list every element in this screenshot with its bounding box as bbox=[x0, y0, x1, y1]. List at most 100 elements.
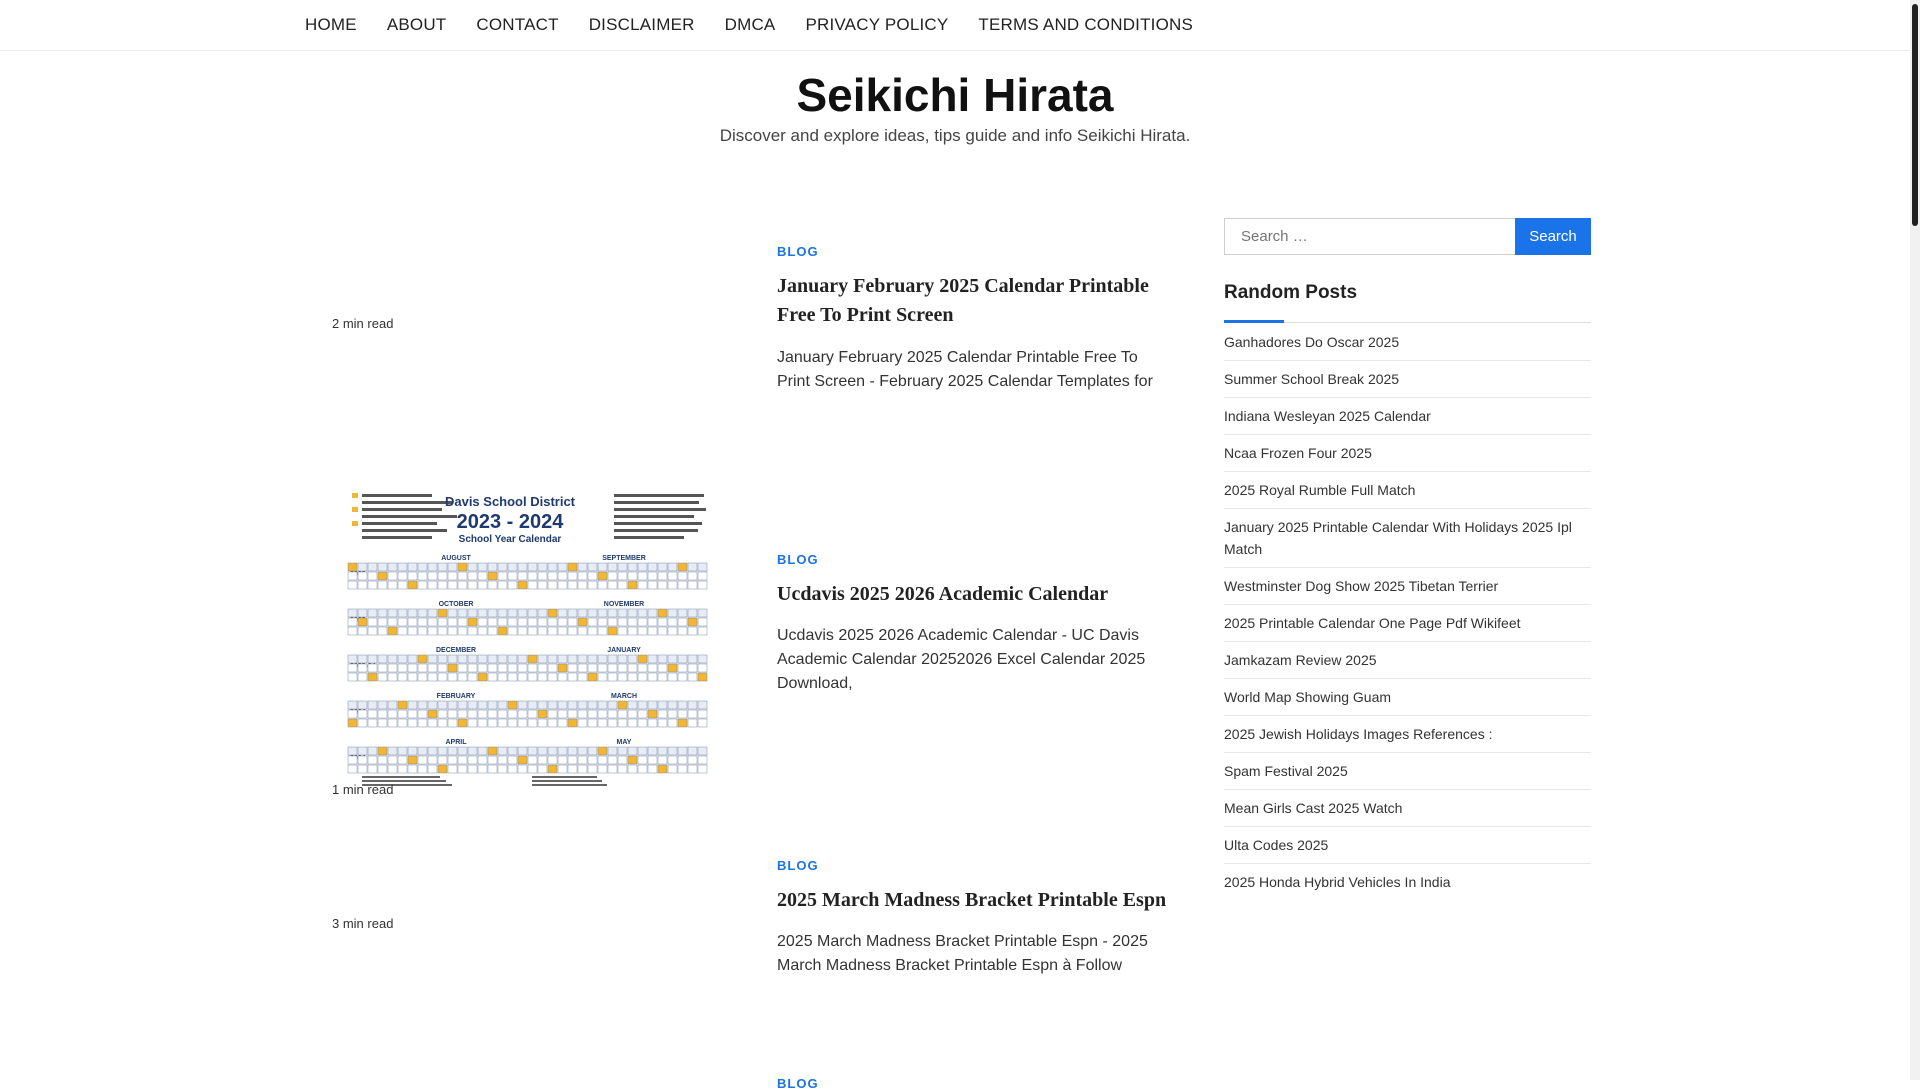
calendar-cell bbox=[697, 580, 708, 590]
nav-disclaimer[interactable]: DISCLAIMER bbox=[589, 15, 695, 35]
calendar-cell bbox=[447, 580, 458, 590]
calendar-cell bbox=[467, 663, 478, 673]
post-excerpt: Ucdavis 2025 2026 Academic Calendar - UC… bbox=[777, 627, 1146, 692]
random-post-link[interactable]: 2025 Royal Rumble Full Match bbox=[1224, 472, 1591, 509]
calendar-cell bbox=[357, 764, 368, 774]
calendar-cell bbox=[377, 580, 388, 590]
post-category[interactable]: BLOG bbox=[777, 244, 819, 259]
calendar-cell bbox=[617, 617, 628, 627]
calendar-cell bbox=[497, 654, 508, 664]
calendar-cell bbox=[667, 746, 678, 756]
calendar-month-label: MARCH bbox=[611, 693, 637, 700]
calendar-cell bbox=[397, 562, 408, 572]
calendar-cell bbox=[407, 700, 418, 710]
calendar-cell bbox=[417, 580, 428, 590]
scrollbar-thumb[interactable] bbox=[1912, 4, 1918, 226]
random-post-link[interactable]: Spam Festival 2025 bbox=[1224, 753, 1591, 790]
calendar-cell bbox=[667, 626, 678, 636]
calendar-cell bbox=[667, 672, 678, 682]
calendar-cell bbox=[417, 663, 428, 673]
calendar-cell bbox=[357, 580, 368, 590]
calendar-cell bbox=[367, 654, 378, 664]
calendar-cell bbox=[517, 663, 528, 673]
post-title[interactable]: Ucdavis 2025 2026 Academic Calendar bbox=[777, 580, 1167, 609]
nav-home[interactable]: HOME bbox=[305, 15, 357, 35]
calendar-cell bbox=[377, 562, 388, 572]
calendar-cell bbox=[687, 764, 698, 774]
calendar-cell bbox=[487, 571, 498, 581]
random-post-link[interactable]: Summer School Break 2025 bbox=[1224, 361, 1591, 398]
calendar-cell bbox=[587, 580, 598, 590]
calendar-cell bbox=[627, 654, 638, 664]
post-title[interactable]: 2025 March Madness Bracket Printable Esp… bbox=[777, 886, 1167, 915]
random-post-link[interactable]: Jamkazam Review 2025 bbox=[1224, 642, 1591, 679]
post-category[interactable]: BLOG bbox=[777, 552, 819, 567]
nav-dmca[interactable]: DMCA bbox=[725, 15, 776, 35]
calendar-cell bbox=[417, 571, 428, 581]
calendar-cell bbox=[637, 746, 648, 756]
search-input[interactable] bbox=[1224, 218, 1516, 255]
random-post-link[interactable]: Indiana Wesleyan 2025 Calendar bbox=[1224, 398, 1591, 435]
calendar-cell bbox=[637, 700, 648, 710]
post-title[interactable]: January February 2025 Calendar Printable… bbox=[777, 272, 1167, 330]
calendar-cell bbox=[677, 608, 688, 618]
calendar-cell bbox=[677, 746, 688, 756]
calendar-cell bbox=[437, 746, 448, 756]
calendar-cell bbox=[547, 654, 558, 664]
calendar-cell bbox=[657, 608, 668, 618]
random-post-link[interactable]: Ganhadores Do Oscar 2025 bbox=[1224, 324, 1591, 361]
random-post-link[interactable]: 2025 Jewish Holidays Images References : bbox=[1224, 716, 1591, 753]
calendar-cell bbox=[397, 663, 408, 673]
calendar-cell bbox=[447, 700, 458, 710]
random-post-link[interactable]: Ncaa Frozen Four 2025 bbox=[1224, 435, 1591, 472]
post-category[interactable]: BLOG bbox=[777, 858, 819, 873]
random-post-link[interactable]: Westminster Dog Show 2025 Tibetan Terrie… bbox=[1224, 568, 1591, 605]
calendar-cell bbox=[367, 718, 378, 728]
page-scrollbar[interactable] bbox=[1910, 0, 1920, 1080]
calendar-cell bbox=[427, 764, 438, 774]
calendar-cell bbox=[377, 663, 388, 673]
calendar-cell bbox=[507, 663, 518, 673]
calendar-cell bbox=[647, 764, 658, 774]
calendar-cell bbox=[427, 746, 438, 756]
calendar-cell bbox=[497, 709, 508, 719]
nav-terms-and-conditions[interactable]: TERMS AND CONDITIONS bbox=[978, 15, 1193, 35]
calendar-cell bbox=[367, 562, 378, 572]
calendar-cell bbox=[507, 764, 518, 774]
calendar-cell bbox=[397, 700, 408, 710]
calendar-cell bbox=[497, 663, 508, 673]
calendar-cell bbox=[447, 617, 458, 627]
random-post-link[interactable]: 2025 Honda Hybrid Vehicles In India bbox=[1224, 864, 1591, 900]
post-thumbnail[interactable]: Davis School District 2023 - 2024 School… bbox=[332, 484, 722, 790]
calendar-cell bbox=[447, 709, 458, 719]
calendar-cell bbox=[377, 571, 388, 581]
calendar-cell bbox=[547, 571, 558, 581]
calendar-cell bbox=[617, 608, 628, 618]
calendar-heading: Davis School District bbox=[445, 494, 576, 509]
calendar-cell bbox=[427, 672, 438, 682]
search-button[interactable]: Search bbox=[1515, 218, 1591, 255]
random-post-link[interactable]: January 2025 Printable Calendar With Hol… bbox=[1224, 509, 1591, 568]
calendar-cell bbox=[347, 764, 358, 774]
calendar-cell bbox=[427, 562, 438, 572]
nav-about[interactable]: ABOUT bbox=[387, 15, 447, 35]
calendar-cell bbox=[467, 580, 478, 590]
site-title[interactable]: Seikichi Hirata bbox=[0, 68, 1910, 122]
nav-privacy-policy[interactable]: PRIVACY POLICY bbox=[805, 15, 948, 35]
calendar-cell bbox=[467, 718, 478, 728]
nav-contact[interactable]: CONTACT bbox=[476, 15, 558, 35]
random-post-link[interactable]: Mean Girls Cast 2025 Watch bbox=[1224, 790, 1591, 827]
random-post-link[interactable]: Ulta Codes 2025 bbox=[1224, 827, 1591, 864]
post-category[interactable]: BLOG bbox=[777, 1076, 819, 1091]
calendar-cell bbox=[697, 672, 708, 682]
calendar-cell bbox=[557, 709, 568, 719]
calendar-cell bbox=[387, 672, 398, 682]
calendar-cell bbox=[607, 580, 618, 590]
random-post-link[interactable]: 2025 Printable Calendar One Page Pdf Wik… bbox=[1224, 605, 1591, 642]
calendar-cell bbox=[517, 746, 528, 756]
calendar-cell bbox=[667, 709, 678, 719]
random-post-link[interactable]: World Map Showing Guam bbox=[1224, 679, 1591, 716]
calendar-cell bbox=[437, 663, 448, 673]
calendar-cell bbox=[597, 571, 608, 581]
calendar-cell bbox=[417, 755, 428, 765]
